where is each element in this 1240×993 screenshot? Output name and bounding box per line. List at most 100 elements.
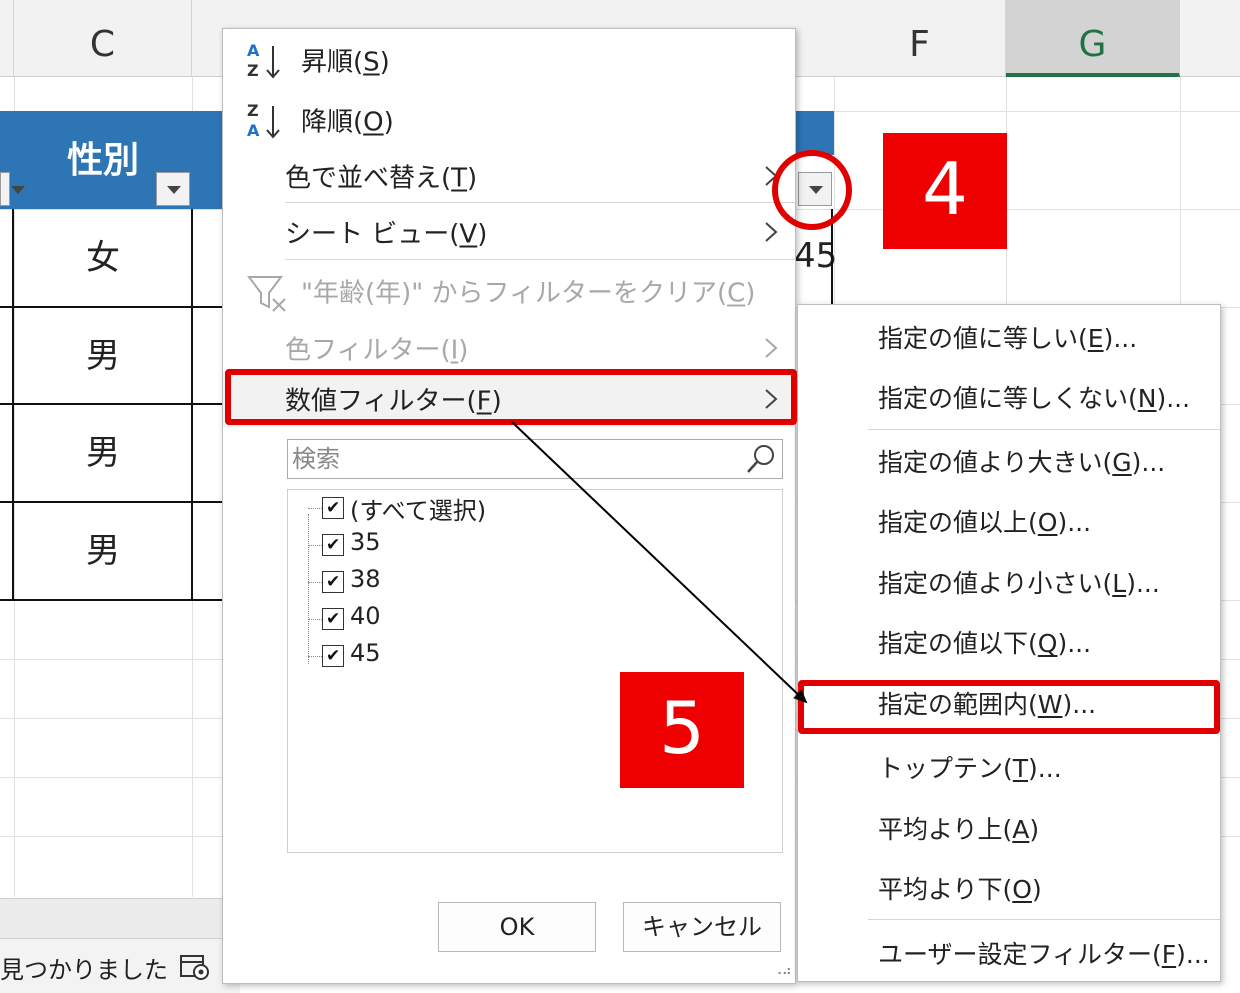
checkbox[interactable]: ✔ xyxy=(322,571,344,593)
checklist-item-label: 38 xyxy=(350,565,381,593)
sort-descending-item[interactable]: Z A 降順(O) xyxy=(223,92,795,148)
table-border xyxy=(0,501,222,503)
resize-grip-icon[interactable]: ⠠⠴ xyxy=(772,963,791,979)
tree-connector xyxy=(308,545,322,546)
color-filter-suffix: ) xyxy=(458,335,469,366)
number-filter-submenu: 指定の値に等しい(E)... 指定の値に等しくない(N)... 指定の値より大き… xyxy=(797,304,1221,982)
status-message: 見つかりました xyxy=(0,956,168,984)
submenu-item-accelerator: F xyxy=(1161,940,1177,969)
search-box xyxy=(287,439,783,479)
submenu-item-label: 指定の値に等しくない( xyxy=(878,384,1138,413)
gender-cell[interactable]: 女 xyxy=(14,210,192,306)
submenu-item-accelerator: G xyxy=(1112,448,1132,477)
submenu-item-accelerator: O xyxy=(1037,508,1058,537)
checkbox[interactable]: ✔ xyxy=(322,645,344,667)
checkbox[interactable]: ✔ xyxy=(322,497,344,519)
checkmark-icon: ✔ xyxy=(326,646,341,666)
number-filter-highlight xyxy=(225,369,797,425)
gender-cell[interactable]: 男 xyxy=(14,405,192,501)
sheet-tab-bar xyxy=(0,898,240,938)
sheet-view-label: シート ビュー( xyxy=(285,219,460,250)
column-header-g[interactable]: G xyxy=(1006,0,1180,77)
sort-ascending-label: 昇順( xyxy=(301,47,364,78)
submenu-item-accelerator: T xyxy=(1012,754,1029,783)
checkmark-icon: ✔ xyxy=(326,572,341,592)
clear-filter-item: "年齢(年)" からフィルターをクリア(C) xyxy=(223,263,795,319)
checkbox[interactable]: ✔ xyxy=(322,608,344,630)
sheet-view-accelerator: V xyxy=(459,219,478,250)
sort-ascending-accelerator: S xyxy=(363,47,380,78)
submenu-item-above-average[interactable]: 平均より上(A) xyxy=(798,800,1220,856)
checkmark-icon: ✔ xyxy=(326,535,341,555)
submenu-item-equals[interactable]: 指定の値に等しい(E)... xyxy=(798,309,1220,365)
sheet-view-suffix: ) xyxy=(477,219,488,250)
table-header-band xyxy=(796,111,834,155)
submenu-item-custom-filter[interactable]: ユーザー設定フィルター(F)... xyxy=(798,925,1220,981)
menu-separator xyxy=(868,919,1220,920)
clear-filter-label: "年齢(年)" からフィルターをクリア( xyxy=(301,278,728,309)
submenu-item-accelerator: A xyxy=(1012,815,1030,844)
submenu-item-greater-or-equal[interactable]: 指定の値以上(O)... xyxy=(798,493,1220,549)
sort-descending-suffix: ) xyxy=(383,107,394,138)
menu-separator xyxy=(285,202,795,203)
sort-by-color-item[interactable]: 色で並べ替え(T) xyxy=(223,148,795,204)
submenu-item-accelerator: O xyxy=(1012,875,1032,904)
submenu-item-not-equals[interactable]: 指定の値に等しくない(N)... xyxy=(798,369,1220,425)
column-header-c[interactable]: C xyxy=(14,0,192,77)
gender-filter-dropdown-button[interactable] xyxy=(156,172,190,206)
chevron-right-icon xyxy=(765,222,778,242)
submenu-item-label: 指定の値に等しい( xyxy=(878,324,1088,353)
color-filter-item: 色フィルター(I) xyxy=(223,320,795,376)
search-input[interactable] xyxy=(290,442,740,476)
filter-dropdown-button[interactable] xyxy=(0,172,25,206)
checkmark-icon: ✔ xyxy=(326,498,341,518)
submenu-item-label: 指定の値より小さい( xyxy=(878,569,1113,598)
svg-text:A: A xyxy=(247,121,260,140)
column-header-b[interactable] xyxy=(0,0,14,77)
checklist-item-label: 40 xyxy=(350,602,381,630)
autofilter-menu: A Z 昇順(S) Z A 降順(O) 色で並べ替え(T) シート ビュー(V)… xyxy=(222,28,796,984)
menu-separator xyxy=(285,259,795,260)
submenu-item-label: トップテン( xyxy=(878,754,1013,783)
checkmark-icon: ✔ xyxy=(326,609,341,629)
submenu-item-greater-than[interactable]: 指定の値より大きい(G)... xyxy=(798,433,1220,489)
submenu-item-below-average[interactable]: 平均より下(O) xyxy=(798,860,1220,916)
submenu-item-less-or-equal[interactable]: 指定の値以下(Q)... xyxy=(798,614,1220,670)
sheet-view-item[interactable]: シート ビュー(V) xyxy=(223,204,795,260)
submenu-item-accelerator: N xyxy=(1137,384,1157,413)
dropdown-highlight-circle xyxy=(772,150,852,230)
tree-connector xyxy=(308,582,322,583)
search-icon[interactable] xyxy=(744,442,778,476)
submenu-item-suffix: )... xyxy=(1131,448,1166,477)
submenu-item-suffix: )... xyxy=(1028,754,1062,783)
ok-button[interactable]: OK xyxy=(438,902,596,952)
gender-cell[interactable]: 男 xyxy=(14,308,192,404)
table-border xyxy=(0,599,222,601)
submenu-item-label: 平均より下( xyxy=(878,875,1013,904)
sort-descending-label: 降順( xyxy=(301,107,364,138)
submenu-item-accelerator: E xyxy=(1087,324,1104,353)
submenu-item-less-than[interactable]: 指定の値より小さい(L)... xyxy=(798,554,1220,610)
svg-text:Z: Z xyxy=(247,61,259,80)
checkbox[interactable]: ✔ xyxy=(322,534,344,556)
menu-separator xyxy=(868,429,1220,430)
column-header-f[interactable]: F xyxy=(834,0,1006,77)
submenu-item-accelerator: Q xyxy=(1037,629,1058,658)
cancel-button[interactable]: キャンセル xyxy=(623,902,781,952)
clear-filter-accelerator: C xyxy=(727,278,746,309)
sort-ascending-suffix: ) xyxy=(379,47,390,78)
sort-descending-accelerator: O xyxy=(363,107,384,138)
submenu-item-suffix: )... xyxy=(1057,629,1092,658)
submenu-item-label: 指定の値より大きい( xyxy=(878,448,1113,477)
chevron-right-icon xyxy=(765,338,778,358)
sort-ascending-item[interactable]: A Z 昇順(S) xyxy=(223,32,795,88)
tree-connector xyxy=(308,508,322,509)
gender-cell[interactable]: 男 xyxy=(14,503,192,599)
sort-by-color-accelerator: T xyxy=(451,163,468,194)
tree-connector xyxy=(308,619,322,620)
submenu-item-top-ten[interactable]: トップテン(T)... xyxy=(798,739,1220,795)
submenu-item-suffix: ) xyxy=(1029,815,1040,844)
step-4-badge: 4 xyxy=(883,133,1007,249)
sort-by-color-suffix: ) xyxy=(467,163,478,194)
accessibility-icon[interactable] xyxy=(180,954,210,980)
